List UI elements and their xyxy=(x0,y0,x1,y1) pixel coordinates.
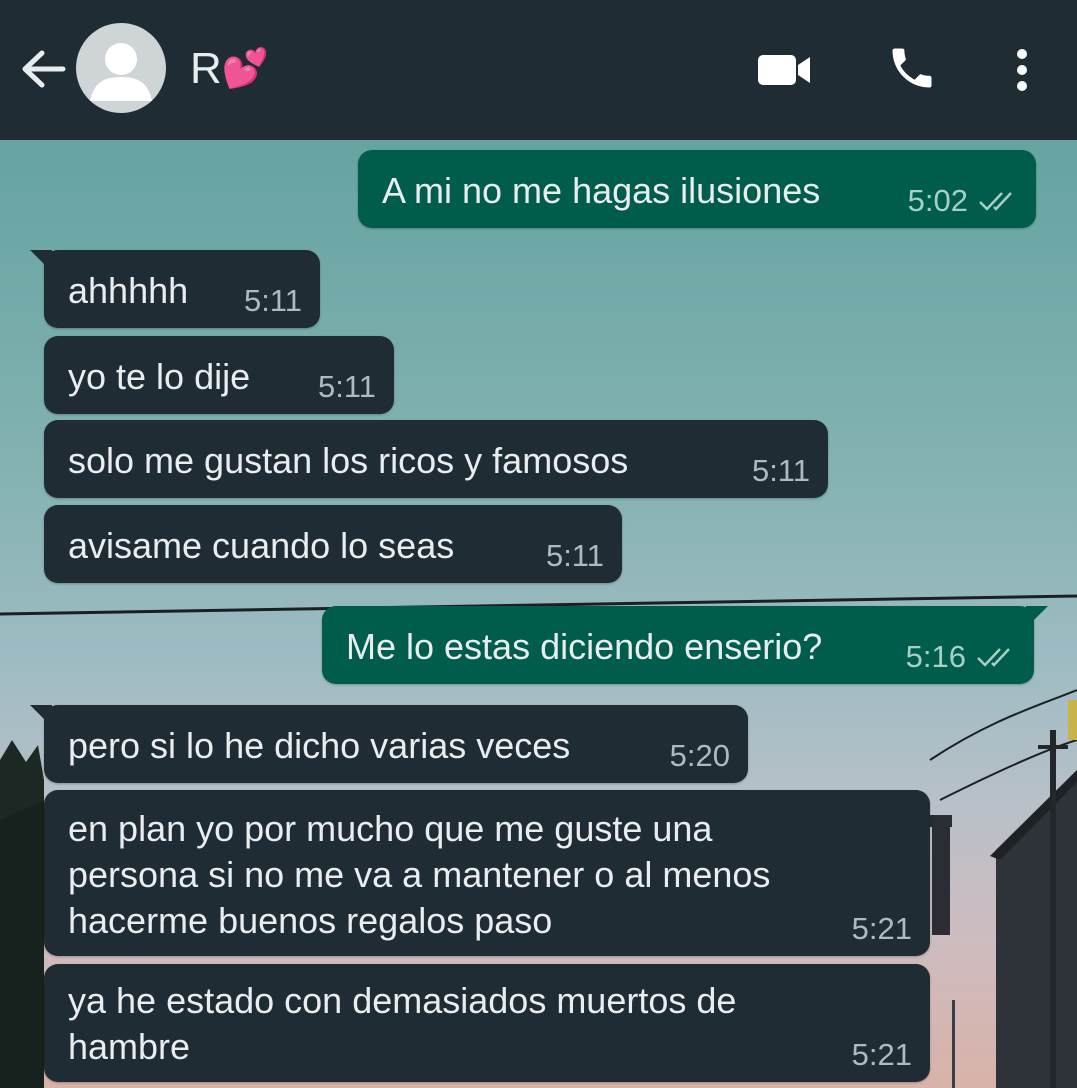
message-text: yo te lo dije xyxy=(68,356,251,397)
video-call-button[interactable] xyxy=(754,46,814,94)
more-options-button[interactable] xyxy=(1002,42,1042,98)
contact-avatar[interactable] xyxy=(76,23,166,113)
message-text: A mi no me hagas ilusiones xyxy=(382,170,821,211)
message-meta: 5:11 xyxy=(752,454,810,488)
contact-name-text: R xyxy=(190,44,222,93)
voice-call-icon xyxy=(892,48,932,88)
message-text: avisame cuando lo seas xyxy=(68,525,455,566)
message-text: Me lo estas diciendo enserio? xyxy=(346,626,823,667)
more-options-icon xyxy=(1017,49,1027,91)
bubble-tail xyxy=(30,250,52,272)
heart-emoji: 💕 xyxy=(221,48,270,90)
message-meta: 5:02 xyxy=(908,184,1018,218)
message-time: 5:11 xyxy=(243,283,302,318)
message-text: ya he estado con demasiados muertos de h… xyxy=(68,980,737,1067)
bubble-tail xyxy=(1026,606,1048,628)
voice-call-button[interactable] xyxy=(884,40,940,96)
video-call-icon xyxy=(758,55,810,85)
back-arrow-icon xyxy=(22,50,66,88)
message-text: solo me gustan los ricos y famosos xyxy=(68,440,629,481)
message-text: en plan yo por mucho que me guste una pe… xyxy=(68,808,771,941)
message-meta: 5:11 xyxy=(244,284,302,318)
incoming-message[interactable]: avisame cuando lo seas 5:11 xyxy=(44,505,622,583)
message-meta: 5:21 xyxy=(852,912,912,946)
message-meta: 5:11 xyxy=(318,370,376,404)
incoming-message[interactable]: ya he estado con demasiados muertos de h… xyxy=(44,964,930,1082)
incoming-message[interactable]: ahhhhh 5:11 xyxy=(30,250,320,328)
contact-name[interactable]: R💕 xyxy=(190,44,269,94)
bubble-tail xyxy=(30,705,52,727)
message-text: pero si lo he dicho varias veces xyxy=(68,725,571,766)
message-meta: 5:20 xyxy=(670,739,730,773)
avatar-icon xyxy=(90,43,152,101)
message-time: 5:11 xyxy=(751,453,810,488)
back-button[interactable] xyxy=(18,44,68,94)
message-time: 5:20 xyxy=(669,738,730,773)
outgoing-message[interactable]: A mi no me hagas ilusiones 5:02 xyxy=(358,150,1036,228)
message-time: 5:02 xyxy=(907,183,968,218)
double-check-read-icon xyxy=(979,192,1012,211)
incoming-message[interactable]: solo me gustan los ricos y famosos 5:11 xyxy=(44,420,828,498)
chat-header: R💕 xyxy=(0,0,1077,140)
message-meta: 5:21 xyxy=(852,1038,912,1072)
outgoing-message[interactable]: Me lo estas diciendo enserio? 5:16 xyxy=(322,606,1048,684)
message-text: ahhhhh xyxy=(68,270,189,311)
message-time: 5:21 xyxy=(851,1037,912,1072)
incoming-message[interactable]: pero si lo he dicho varias veces 5:20 xyxy=(30,705,748,783)
message-time: 5:11 xyxy=(545,538,604,573)
message-meta: 5:16 xyxy=(906,640,1016,674)
message-time: 5:11 xyxy=(317,369,376,404)
message-time: 5:16 xyxy=(905,639,966,674)
double-check-read-icon xyxy=(977,648,1010,667)
incoming-message[interactable]: en plan yo por mucho que me guste una pe… xyxy=(44,790,930,956)
message-meta: 5:11 xyxy=(546,539,604,573)
message-time: 5:21 xyxy=(851,911,912,946)
incoming-message[interactable]: yo te lo dije 5:11 xyxy=(44,336,394,414)
